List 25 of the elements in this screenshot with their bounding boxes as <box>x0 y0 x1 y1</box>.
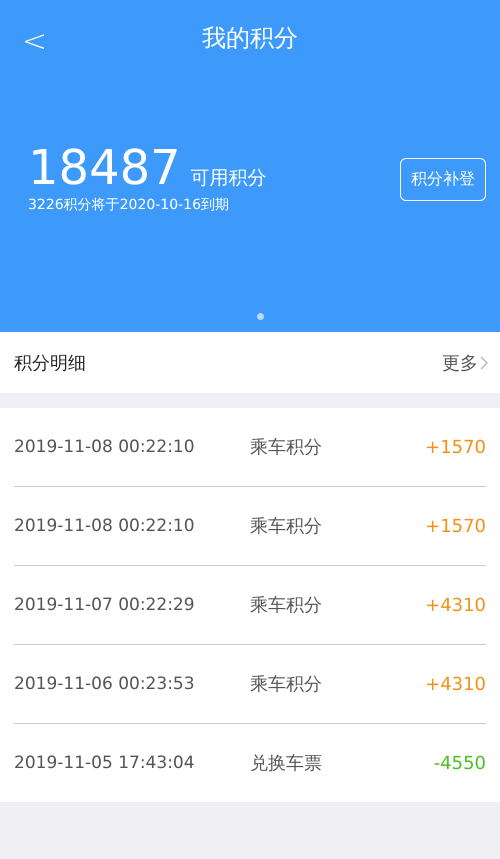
record-type: 乘车积分 <box>250 515 323 538</box>
record-amount: +4310 <box>425 674 486 694</box>
detail-title: 积分明细 <box>14 352 86 374</box>
record-time: 2019-11-07 00:22:29 <box>14 595 196 615</box>
page-indicator-dot <box>257 313 264 320</box>
record-time: 2019-11-05 17:43:04 <box>14 753 196 773</box>
back-button[interactable]: < <box>14 20 56 63</box>
points-label: 可用积分 <box>190 166 267 191</box>
record-time: 2019-11-08 00:22:10 <box>14 437 196 457</box>
record-type: 乘车积分 <box>250 436 323 459</box>
page-title: 我的积分 <box>202 23 298 54</box>
record-time: 2019-11-06 00:23:53 <box>14 674 196 694</box>
expiry-note: 3226积分将于2020-10-16到期 <box>28 196 230 214</box>
record-amount: -4550 <box>434 752 486 774</box>
points-value: 18487 <box>28 144 181 192</box>
record-type: 兑换车票 <box>250 752 323 775</box>
record-amount: +1570 <box>425 436 486 458</box>
record-amount: +1570 <box>425 516 486 536</box>
points-makeup-button[interactable]: 积分补登 <box>400 158 486 200</box>
record-type: 乘车积分 <box>250 673 323 696</box>
chevron-icon <box>480 356 488 370</box>
record-type: 乘车积分 <box>250 594 323 617</box>
record-amount: +4310 <box>425 594 486 616</box>
more-link[interactable]: 更多 <box>442 350 488 374</box>
record-time: 2019-11-08 00:22:10 <box>14 516 196 536</box>
